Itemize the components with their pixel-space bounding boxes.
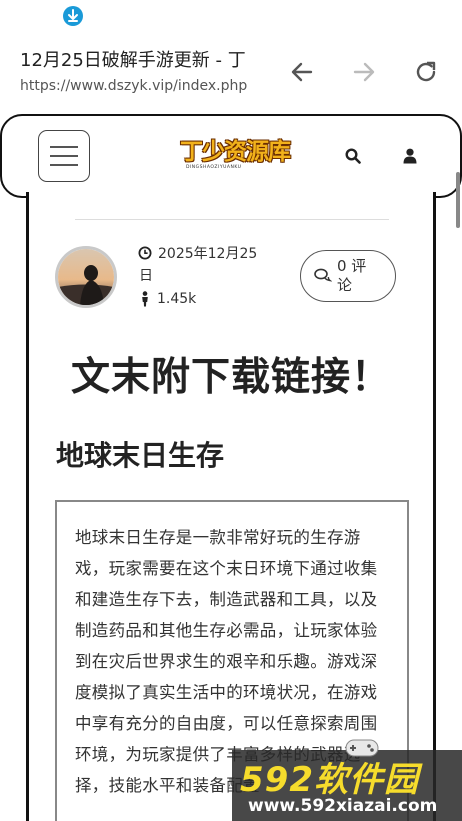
menu-icon-bar — [50, 155, 78, 157]
user-button[interactable] — [400, 146, 420, 166]
article-card: 2025年12月25日 1.45k 0 评论 文末附下载链接！ 地球末日生存 地… — [26, 192, 436, 821]
user-icon — [403, 148, 417, 164]
reload-icon — [416, 61, 436, 82]
page-url[interactable]: https://www.dszyk.vip/index.php — [20, 78, 247, 94]
article-subhead: 地球末日生存 — [56, 439, 225, 472]
page-title[interactable]: 12月25日破解手游更新 - 丁 — [20, 46, 272, 72]
comments-button[interactable]: 0 评论 — [300, 250, 396, 302]
browser-url-bar: 12月25日破解手游更新 - 丁 https://www.dszyk.vip/i… — [0, 34, 462, 112]
author-avatar[interactable] — [55, 246, 117, 308]
logo-text: 丁少资源库 — [180, 138, 291, 165]
divider — [75, 219, 389, 220]
watermark-url: www.592xiazai.com — [248, 796, 438, 816]
comment-icon — [314, 268, 332, 282]
watermark-logo: 592软件园 www.592xiazai.com — [232, 739, 462, 821]
back-button[interactable] — [286, 56, 318, 88]
arrow-right-icon — [353, 62, 375, 82]
site-logo[interactable]: 丁少资源库 DINGSHAOZIYUANKU — [180, 138, 291, 174]
site-header: 丁少资源库 DINGSHAOZIYUANKU — [0, 114, 462, 198]
comment-count: 0 评论 — [337, 257, 367, 294]
person-icon — [142, 291, 148, 307]
watermark-brand: 592软件园 — [240, 760, 419, 800]
status-bar — [0, 0, 462, 34]
menu-icon-bar — [50, 164, 78, 166]
article-headline: 文末附下载链接！ — [70, 355, 391, 400]
reload-button[interactable] — [410, 56, 442, 88]
forward-button[interactable] — [348, 56, 380, 88]
arrow-left-icon — [291, 62, 313, 82]
view-count: 1.45k — [157, 291, 197, 307]
scrollbar-thumb[interactable] — [456, 172, 460, 228]
post-date: 2025年12月25日 — [139, 246, 258, 284]
search-button[interactable] — [343, 146, 363, 166]
menu-button[interactable] — [38, 130, 90, 182]
menu-icon-bar — [50, 146, 78, 148]
download-icon[interactable] — [63, 6, 83, 26]
search-icon — [345, 148, 361, 164]
